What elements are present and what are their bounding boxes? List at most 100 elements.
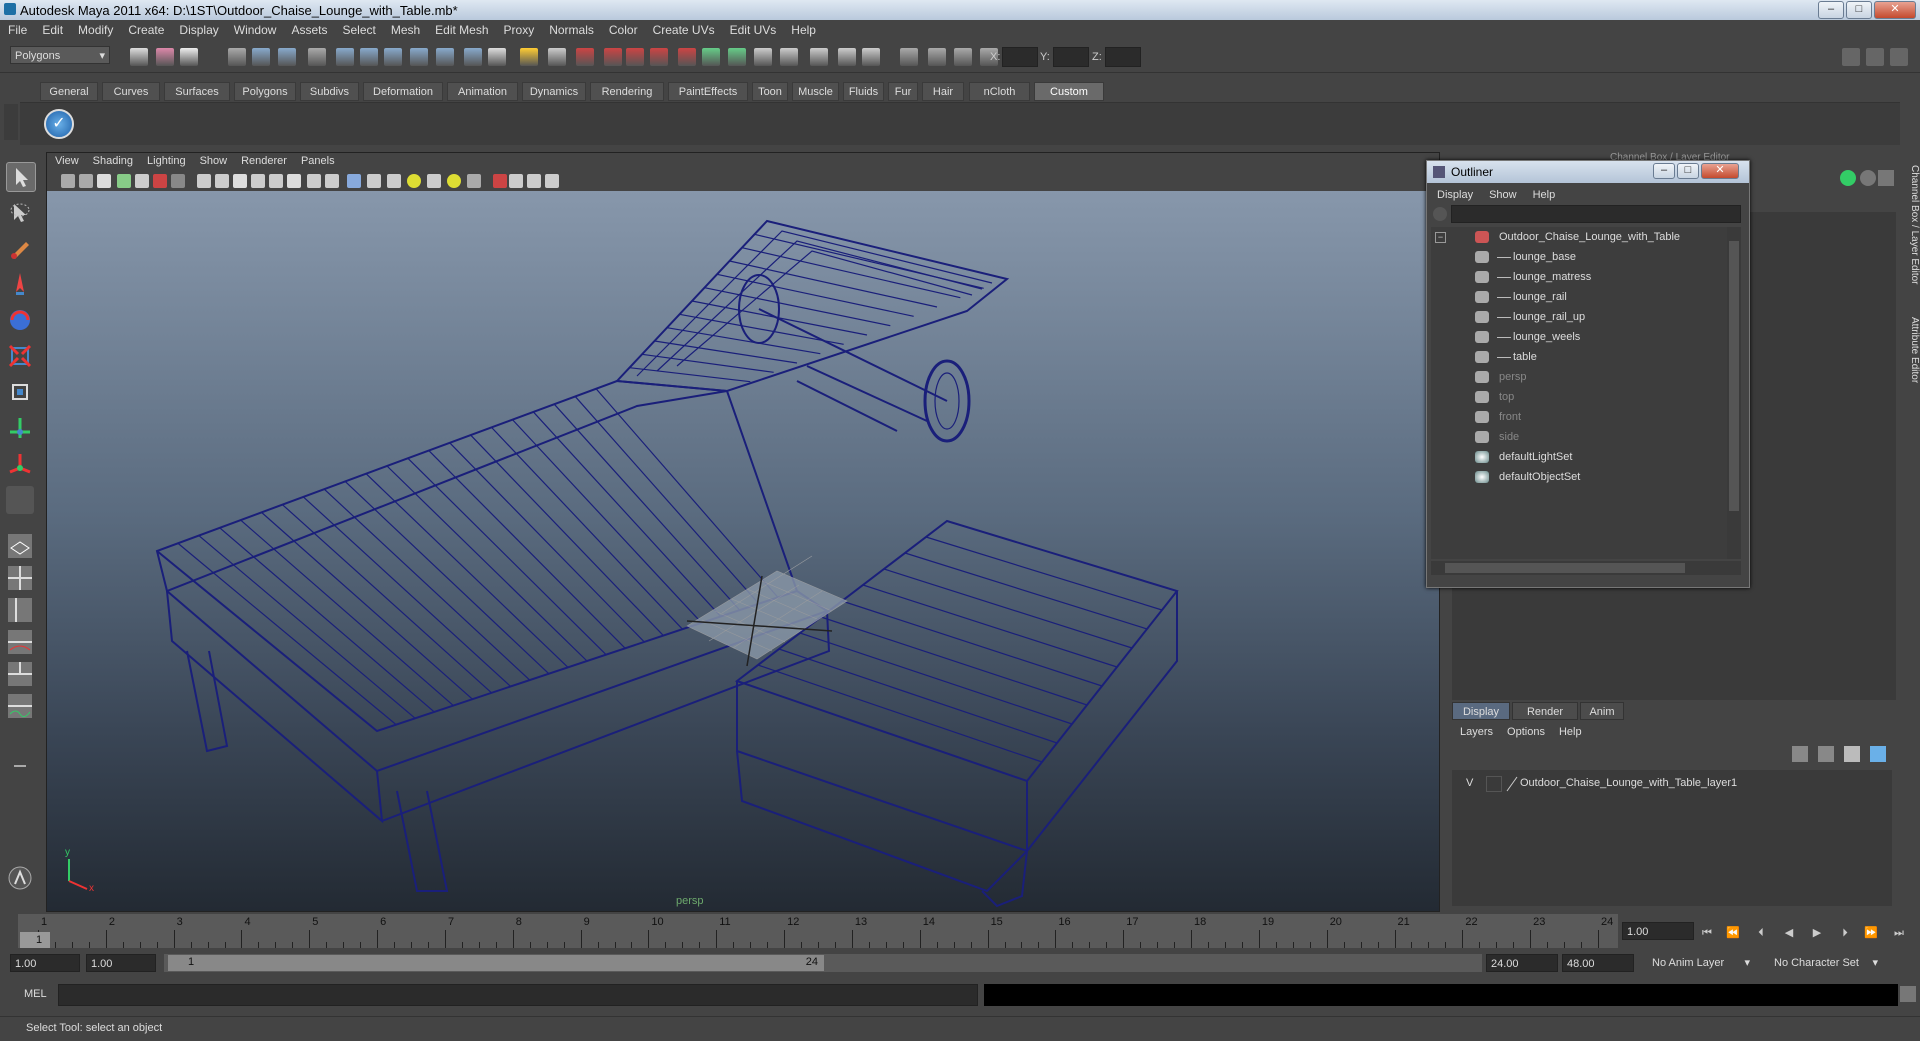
layout-menu-icon[interactable] bbox=[6, 752, 34, 780]
persp-outliner-layout-icon[interactable] bbox=[6, 596, 34, 624]
xray-joints-icon[interactable] bbox=[367, 174, 381, 188]
rotate-tool-icon[interactable] bbox=[6, 306, 34, 334]
isolate-view-icon[interactable] bbox=[493, 174, 507, 188]
attribute-editor-icon[interactable] bbox=[1866, 48, 1884, 66]
menu-modify[interactable]: Modify bbox=[70, 20, 120, 37]
current-time-field[interactable]: 1.00 bbox=[1622, 922, 1694, 940]
new-layer-selected-icon[interactable] bbox=[1792, 746, 1808, 762]
new-layer-icon[interactable] bbox=[1818, 746, 1834, 762]
shelf-tab-toon[interactable]: Toon bbox=[752, 82, 788, 101]
outliner-item[interactable]: lounge_weels bbox=[1431, 327, 1727, 347]
shelf-tab-deformation[interactable]: Deformation bbox=[363, 82, 443, 101]
playback-end-field[interactable]: 24.00 bbox=[1486, 954, 1558, 972]
channel-key-icon[interactable] bbox=[1840, 170, 1856, 186]
four-view-layout-icon[interactable] bbox=[6, 564, 34, 592]
shelf-tab-fluids[interactable]: Fluids bbox=[843, 82, 884, 101]
viewport-menu-renderer[interactable]: Renderer bbox=[233, 153, 293, 167]
tool-30-icon[interactable] bbox=[954, 48, 972, 66]
lock-selection-icon[interactable] bbox=[308, 48, 326, 66]
paint-effects-icon[interactable] bbox=[6, 864, 34, 892]
tool-27-icon[interactable] bbox=[862, 48, 880, 66]
shelf-tab-surfaces[interactable]: Surfaces bbox=[164, 82, 230, 101]
hypershade-icon[interactable] bbox=[650, 48, 668, 66]
menu-display[interactable]: Display bbox=[171, 20, 225, 37]
menu-select[interactable]: Select bbox=[334, 20, 382, 37]
time-slider[interactable]: 1 2 3 4 5 6 7 8 9 10 11 12 13 14 15 16 17 18 19 20 21 22 23 24 … bbox=[0, 914, 1920, 950]
tool-28-icon[interactable] bbox=[900, 48, 918, 66]
shelf-tab-polygons[interactable]: Polygons bbox=[234, 82, 296, 101]
step-back-key-icon[interactable]: ⏴ bbox=[1752, 924, 1770, 942]
menu-assets[interactable]: Assets bbox=[283, 20, 334, 37]
custom-shelf-check-icon[interactable]: ✓ bbox=[44, 109, 74, 139]
x-field[interactable] bbox=[1002, 47, 1038, 67]
layer-menu-layers[interactable]: Layers bbox=[1452, 722, 1499, 738]
go-to-start-icon[interactable]: ⏮ bbox=[1698, 924, 1716, 942]
absolute-transform-icon[interactable] bbox=[754, 48, 772, 66]
bookmark-icon[interactable] bbox=[79, 174, 93, 188]
command-input[interactable] bbox=[58, 984, 978, 1006]
step-back-frame-icon[interactable]: ⏪ bbox=[1724, 924, 1742, 942]
outliner-minimize-button[interactable]: – bbox=[1653, 163, 1675, 179]
start-time-field[interactable]: 1.00 bbox=[10, 954, 80, 972]
soft-mod-tool-icon[interactable] bbox=[6, 414, 34, 442]
snap-curve-icon[interactable] bbox=[360, 48, 378, 66]
collapse-toggle-icon[interactable]: − bbox=[1435, 232, 1446, 243]
outliner-window[interactable]: Outliner – □ ✕ Display Show Help − Outdoor_… bbox=[1426, 160, 1750, 588]
shelf-tab-subdivs[interactable]: Subdivs bbox=[300, 82, 359, 101]
high-quality-icon[interactable] bbox=[307, 174, 321, 188]
menu-edit-uvs[interactable]: Edit UVs bbox=[722, 20, 784, 37]
side-tab-attribute-editor[interactable]: Attribute Editor bbox=[1900, 310, 1920, 390]
outliner-item[interactable]: table bbox=[1431, 347, 1727, 367]
shelf-tab-hair[interactable]: Hair bbox=[922, 82, 964, 101]
move-tool-icon[interactable] bbox=[6, 270, 34, 298]
lights-icon[interactable] bbox=[269, 174, 283, 188]
outliner-titlebar[interactable]: Outliner – □ ✕ bbox=[1427, 161, 1749, 183]
menu-create[interactable]: Create bbox=[120, 20, 171, 37]
persp-graph-layout-icon[interactable] bbox=[6, 628, 34, 656]
ipr-render-icon[interactable] bbox=[576, 48, 594, 66]
snap-grid-icon[interactable] bbox=[336, 48, 354, 66]
layer-tab-display[interactable]: Display bbox=[1452, 702, 1510, 720]
construction-history-icon[interactable] bbox=[520, 48, 538, 66]
smooth-shade-icon[interactable] bbox=[215, 174, 229, 188]
outliner-item[interactable]: lounge_matress bbox=[1431, 267, 1727, 287]
select-object-icon[interactable] bbox=[252, 48, 270, 66]
new-layer-from-selected-icon[interactable] bbox=[1870, 746, 1886, 762]
outliner-close-button[interactable]: ✕ bbox=[1701, 163, 1739, 179]
layer-row[interactable]: V Outdoor_Chaise_Lounge_with_Table_layer… bbox=[1456, 774, 1892, 794]
end-time-field[interactable]: 48.00 bbox=[1562, 954, 1634, 972]
viewport-menu-lighting[interactable]: Lighting bbox=[139, 153, 192, 167]
tool-29-icon[interactable] bbox=[928, 48, 946, 66]
layer-playback-toggle[interactable] bbox=[1486, 776, 1502, 792]
y-field[interactable] bbox=[1053, 47, 1089, 67]
render-view-icon[interactable] bbox=[626, 48, 644, 66]
outliner-item[interactable]: defaultLightSet bbox=[1431, 447, 1727, 467]
side-tab-channel-box[interactable]: Channel Box / Layer Editor bbox=[1900, 160, 1920, 290]
universal-manipulator-icon[interactable] bbox=[6, 378, 34, 406]
current-frame-marker[interactable]: 1 bbox=[20, 932, 50, 948]
layer-menu-options[interactable]: Options bbox=[1499, 722, 1551, 738]
channel-box-toggle-icon[interactable] bbox=[678, 48, 696, 66]
range-slider-handle[interactable]: 1 24 bbox=[168, 955, 824, 971]
outliner-vertical-scrollbar[interactable] bbox=[1727, 227, 1741, 559]
shelf-tab-ncloth[interactable]: nCloth bbox=[969, 82, 1030, 101]
resolution-gate-icon[interactable] bbox=[527, 174, 541, 188]
shelf-tab-custom[interactable]: Custom bbox=[1034, 82, 1104, 101]
menu-edit[interactable]: Edit bbox=[34, 20, 70, 37]
layer-tab-render[interactable]: Render bbox=[1512, 702, 1578, 720]
layer-tab-anim[interactable]: Anim bbox=[1580, 702, 1624, 720]
output-ops-icon[interactable] bbox=[488, 48, 506, 66]
menu-help[interactable]: Help bbox=[783, 20, 823, 37]
channel-box-icon[interactable] bbox=[1890, 48, 1908, 66]
viewport-menu-show[interactable]: Show bbox=[192, 153, 234, 167]
outliner-item[interactable]: persp bbox=[1431, 367, 1727, 387]
shelf-tab-curves[interactable]: Curves bbox=[102, 82, 160, 101]
viewport-menu-view[interactable]: View bbox=[47, 153, 85, 167]
tool-26-icon[interactable] bbox=[838, 48, 856, 66]
outliner-item[interactable]: lounge_base bbox=[1431, 247, 1727, 267]
outliner-item[interactable]: front bbox=[1431, 407, 1727, 427]
go-to-end-icon[interactable]: ⏭ bbox=[1890, 924, 1908, 942]
viewport-menu-shading[interactable]: Shading bbox=[85, 153, 139, 167]
outliner-item[interactable]: top bbox=[1431, 387, 1727, 407]
outliner-menu-display[interactable]: Display bbox=[1427, 185, 1479, 201]
